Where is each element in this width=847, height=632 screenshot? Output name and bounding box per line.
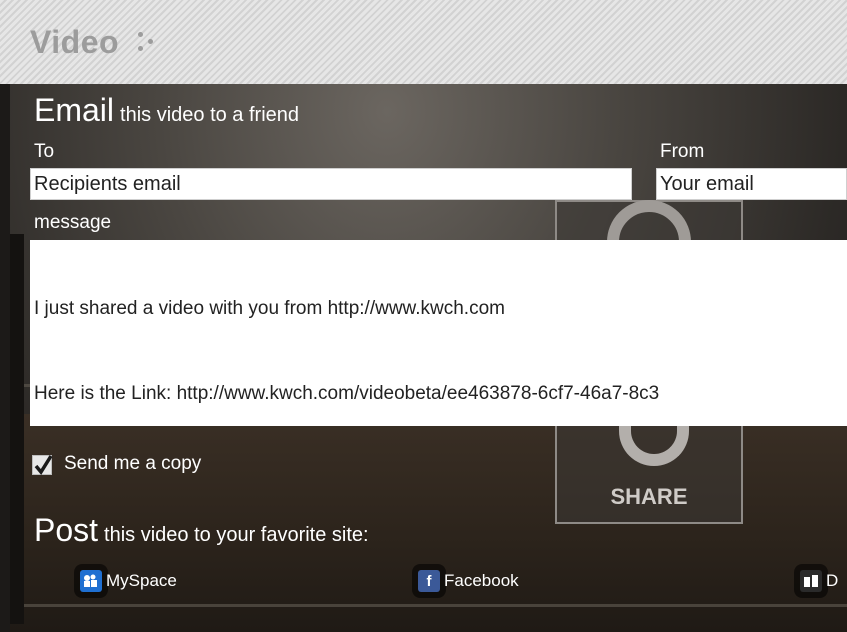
header-bar: Video bbox=[0, 0, 847, 84]
send-copy-checkbox[interactable] bbox=[32, 455, 53, 475]
email-heading: Email this video to a friend bbox=[34, 92, 299, 129]
message-label: message bbox=[34, 212, 112, 233]
post-heading: Post this video to your favorite site: bbox=[34, 512, 369, 549]
page-title: Video bbox=[30, 24, 120, 60]
facebook-link[interactable]: f Facebook bbox=[418, 566, 519, 596]
facebook-label: Facebook bbox=[444, 571, 519, 590]
message-line: Here is the Link: http://www.kwch.com/vi… bbox=[34, 383, 660, 404]
email-heading-subtitle: this video to a friend bbox=[120, 104, 300, 126]
message-textarea[interactable]: I just shared a video with you from http… bbox=[30, 240, 847, 426]
dots-icon bbox=[136, 30, 160, 58]
facebook-icon: f bbox=[418, 570, 440, 592]
send-copy-label: Send me a copy bbox=[64, 453, 202, 474]
message-line: I just shared a video with you from http… bbox=[34, 298, 505, 319]
video-scene-fence bbox=[10, 604, 847, 607]
video-scene-post bbox=[10, 234, 24, 624]
myspace-label: MySpace bbox=[106, 571, 177, 590]
myspace-link[interactable]: MySpace bbox=[80, 566, 177, 596]
share-label: SHARE bbox=[610, 484, 688, 509]
email-heading-title: Email bbox=[34, 92, 115, 128]
digg-label: D bbox=[826, 571, 839, 590]
digg-icon bbox=[800, 570, 822, 592]
post-heading-subtitle: this video to your favorite site: bbox=[104, 524, 369, 546]
from-label: From bbox=[660, 141, 705, 162]
recipients-email-field[interactable]: Recipients email bbox=[30, 168, 632, 200]
myspace-icon bbox=[80, 570, 102, 592]
checkmark-icon bbox=[34, 455, 53, 475]
your-email-field[interactable]: Your email bbox=[656, 168, 847, 200]
post-heading-title: Post bbox=[34, 512, 99, 548]
to-label: To bbox=[34, 141, 55, 162]
digg-link[interactable]: D bbox=[800, 566, 838, 596]
